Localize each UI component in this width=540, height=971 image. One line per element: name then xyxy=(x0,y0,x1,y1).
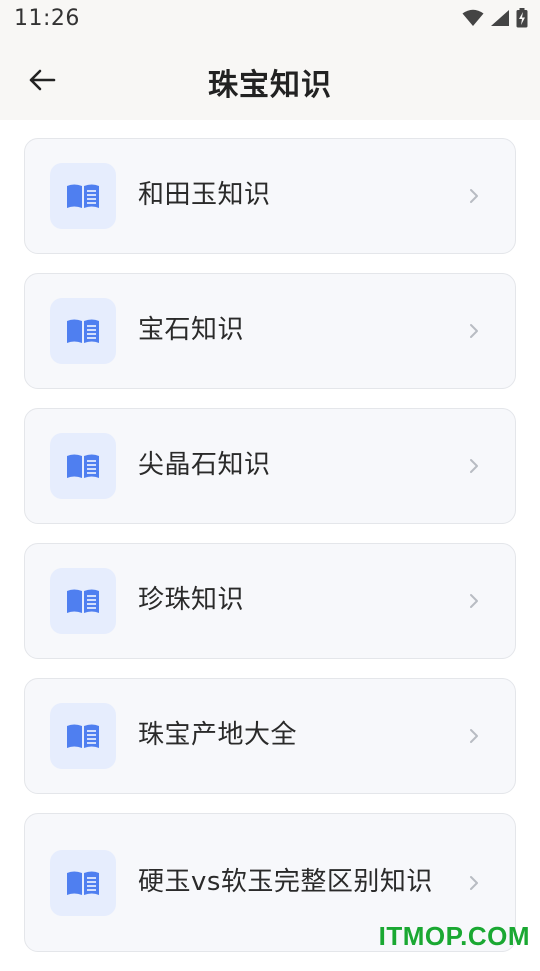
card-icon-box xyxy=(50,849,116,916)
card-label: 尖晶石知识 xyxy=(138,450,271,481)
list-item-spinel[interactable]: 尖晶石知识 xyxy=(24,408,516,524)
card-icon-box xyxy=(50,163,116,229)
list-item-pearl[interactable]: 珍珠知识 xyxy=(24,543,516,659)
card-icon-box xyxy=(50,298,116,364)
open-book-icon xyxy=(67,589,99,613)
card-label: 珍珠知识 xyxy=(138,585,245,616)
page-title: 珠宝知识 xyxy=(208,68,332,103)
open-book-icon xyxy=(67,319,99,343)
open-book-icon xyxy=(67,724,99,748)
open-book-icon xyxy=(67,871,99,895)
card-icon-box xyxy=(50,703,116,769)
card-label: 珠宝产地大全 xyxy=(138,720,298,751)
card-label: 硬玉vs软玉完整区别知识 xyxy=(138,866,433,897)
status-icons xyxy=(462,7,528,29)
watermark: ITMOP.COM xyxy=(378,921,530,951)
card-icon-box xyxy=(50,568,116,634)
open-book-icon xyxy=(67,184,99,208)
knowledge-list: 和田玉知识 宝石知识 尖晶石知识 珍珠知识 珠宝产地大全 硬玉vs软玉完整区别知… xyxy=(24,138,516,971)
chevron-right-icon xyxy=(470,459,478,473)
status-time: 11:26 xyxy=(14,6,80,31)
chevron-right-icon xyxy=(470,324,478,338)
card-label: 和田玉知识 xyxy=(138,180,271,211)
card-icon-box xyxy=(50,433,116,499)
card-label: 宝石知识 xyxy=(138,315,245,346)
list-item-jewelry-origins[interactable]: 珠宝产地大全 xyxy=(24,678,516,794)
signal-icon xyxy=(491,10,509,26)
chevron-right-icon xyxy=(470,594,478,608)
chevron-right-icon xyxy=(470,189,478,203)
list-item-gemstone[interactable]: 宝石知识 xyxy=(24,273,516,389)
chevron-right-icon xyxy=(470,729,478,743)
chevron-right-icon xyxy=(470,875,478,890)
battery-charging-icon xyxy=(516,8,528,28)
wifi-icon xyxy=(462,9,484,26)
list-item-hetian-jade[interactable]: 和田玉知识 xyxy=(24,138,516,254)
open-book-icon xyxy=(67,454,99,478)
nav-bar: 珠宝知识 xyxy=(0,38,540,120)
status-bar: 11:26 xyxy=(0,0,540,38)
